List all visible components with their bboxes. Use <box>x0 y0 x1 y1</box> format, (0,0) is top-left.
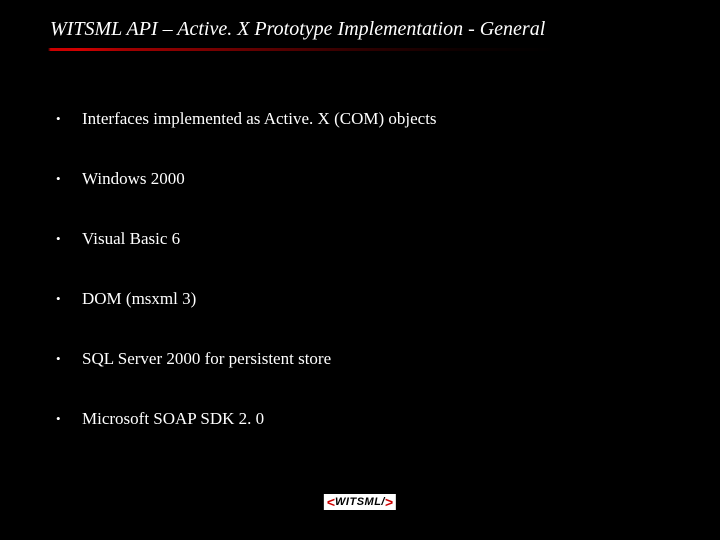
title-divider <box>48 48 556 51</box>
logo-close-bracket: > <box>385 495 393 509</box>
list-item-text: Microsoft SOAP SDK 2. 0 <box>82 408 650 430</box>
list-item: • Interfaces implemented as Active. X (C… <box>50 108 650 130</box>
list-item: • Microsoft SOAP SDK 2. 0 <box>50 408 650 430</box>
bullet-icon: • <box>50 228 82 250</box>
bullet-icon: • <box>50 348 82 370</box>
bullet-icon: • <box>50 108 82 130</box>
bullet-icon: • <box>50 168 82 190</box>
list-item-text: DOM (msxml 3) <box>82 288 650 310</box>
list-item-text: Interfaces implemented as Active. X (COM… <box>82 108 650 130</box>
slide-title: WITSML API – Active. X Prototype Impleme… <box>50 18 545 41</box>
list-item: • DOM (msxml 3) <box>50 288 650 310</box>
list-item: • Windows 2000 <box>50 168 650 190</box>
list-item: • Visual Basic 6 <box>50 228 650 250</box>
logo-open-bracket: < <box>327 495 335 509</box>
witsml-logo: < WITSML/ > <box>324 494 396 510</box>
slide-content: • Interfaces implemented as Active. X (C… <box>50 108 650 468</box>
bullet-icon: • <box>50 408 82 430</box>
logo-text: WITSML/ <box>335 497 385 508</box>
list-item-text: SQL Server 2000 for persistent store <box>82 348 650 370</box>
list-item-text: Windows 2000 <box>82 168 650 190</box>
list-item-text: Visual Basic 6 <box>82 228 650 250</box>
bullet-icon: • <box>50 288 82 310</box>
list-item: • SQL Server 2000 for persistent store <box>50 348 650 370</box>
